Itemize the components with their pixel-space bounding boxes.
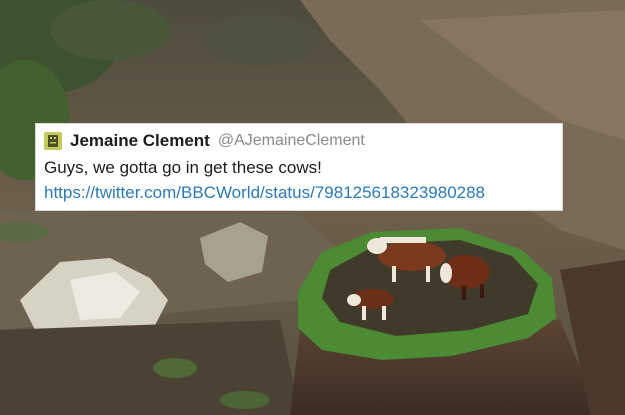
tweet-display-name[interactable]: Jemaine Clement	[70, 131, 210, 151]
tweet-handle[interactable]: @AJemaineClement	[218, 132, 365, 150]
tweet-text: Guys, we gotta go in get these cows!	[44, 158, 322, 177]
tweet-status-link[interactable]: https://twitter.com/BBCWorld/status/7981…	[44, 182, 554, 204]
slack-default-avatar-icon	[44, 132, 62, 150]
screenshot-stage: Jemaine Clement @AJemaineClement Guys, w…	[0, 0, 625, 415]
tweet-header: Jemaine Clement @AJemaineClement	[44, 130, 554, 152]
tweet-card: Jemaine Clement @AJemaineClement Guys, w…	[35, 123, 563, 211]
